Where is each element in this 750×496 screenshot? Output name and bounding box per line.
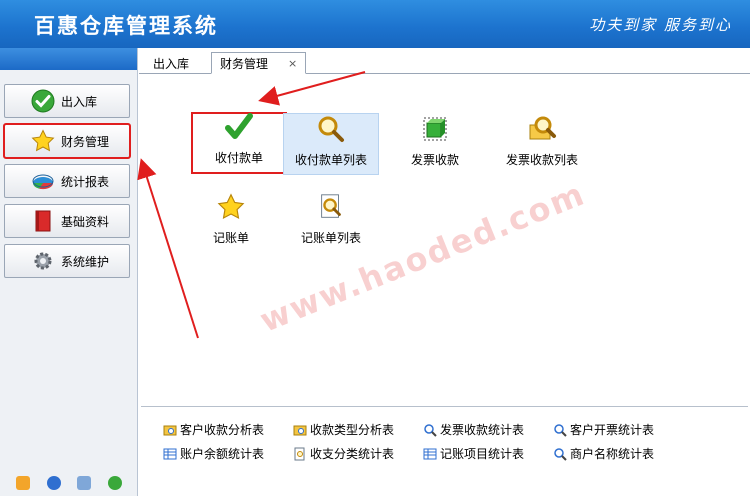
info-icon[interactable]	[46, 476, 61, 490]
report-link-label: 客户开票统计表	[570, 423, 655, 437]
report-link-label: 账户余额统计表	[180, 447, 265, 461]
checkmark-icon	[223, 111, 255, 143]
close-icon[interactable]: ×	[288, 57, 297, 70]
table-icon	[163, 448, 177, 459]
sidebar-item-label: 出入库	[61, 94, 98, 109]
warning-icon[interactable]	[16, 476, 31, 490]
sidebar-item-label: 系统维护	[61, 254, 110, 269]
report-link[interactable]: 发票收款统计表	[423, 421, 524, 438]
report-link[interactable]: 记账项目统计表	[423, 445, 524, 462]
star-icon	[31, 129, 55, 153]
report-link[interactable]: 商户名称统计表	[553, 445, 654, 462]
magnifier-icon	[315, 113, 347, 145]
tile-invoice-receipt[interactable]: 发票收款	[387, 112, 483, 174]
tile-invoice-receipt-list[interactable]: 发票收款列表	[487, 112, 597, 174]
magnifier-icon	[424, 423, 437, 437]
sidebar-item-system[interactable]: 系统维护	[4, 244, 130, 278]
tile-label: 收付款单列表	[294, 153, 367, 167]
sidebar: 出入库 财务管理 统计报表 基础资料 系统维护	[0, 48, 138, 496]
slogan: 功夫到家 服务到心	[589, 16, 732, 34]
exit-icon[interactable]	[107, 476, 122, 490]
sidebar-item-label: 财务管理	[61, 134, 110, 149]
pie-chart-icon	[31, 169, 55, 193]
report-link-label: 收款类型分析表	[310, 423, 395, 437]
tab-finance[interactable]: 财务管理 ×	[211, 52, 307, 74]
tab-bar: 出入库 财务管理 ×	[139, 48, 750, 74]
magnifier-icon	[554, 423, 567, 437]
check-circle-icon	[31, 89, 55, 113]
main-panel: 出入库 财务管理 × 收付款单 收付款单列表 发票收款 发票收款列表 记账单 记…	[139, 48, 750, 496]
tile-receipt-payment-list[interactable]: 收付款单列表	[283, 113, 379, 175]
sidebar-header-strip	[0, 48, 137, 70]
tab-label: 出入库	[153, 56, 190, 71]
green-box-icon	[419, 113, 451, 145]
tile-journal[interactable]: 记账单	[183, 190, 279, 252]
document-search-icon	[315, 191, 347, 223]
report-link-label: 记账项目统计表	[440, 447, 525, 461]
folder-search-icon	[293, 425, 307, 435]
report-link[interactable]: 账户余额统计表	[163, 445, 264, 462]
report-link-label: 发票收款统计表	[440, 423, 525, 437]
report-link[interactable]: 客户开票统计表	[553, 421, 654, 438]
sidebar-item-label: 基础资料	[61, 214, 110, 229]
report-link-label: 商户名称统计表	[570, 447, 655, 461]
sidebar-item-reports[interactable]: 统计报表	[4, 164, 130, 198]
sidebar-item-inout[interactable]: 出入库	[4, 84, 130, 118]
sidebar-item-label: 统计报表	[61, 174, 110, 189]
star-icon	[215, 191, 247, 223]
report-link[interactable]: 收支分类统计表	[293, 445, 394, 462]
tile-label: 记账单	[212, 231, 249, 245]
report-link[interactable]: 客户收款分析表	[163, 421, 264, 438]
folder-search-icon	[163, 425, 177, 435]
report-link-label: 收支分类统计表	[310, 447, 395, 461]
tile-label: 发票收款列表	[505, 153, 578, 167]
report-links-panel: 客户收款分析表 收款类型分析表 发票收款统计表 客户开票统计表 账户余额统计表 …	[141, 406, 748, 494]
tile-label: 收付款单	[214, 151, 263, 165]
tile-receipt-payment[interactable]: 收付款单	[191, 112, 287, 174]
report-link[interactable]: 收款类型分析表	[293, 421, 394, 438]
sidebar-item-finance[interactable]: 财务管理	[3, 123, 131, 159]
magnifier-doc-icon	[294, 447, 305, 460]
window-icon[interactable]	[77, 476, 92, 490]
sidebar-toolbar	[0, 470, 138, 496]
tile-label: 发票收款	[410, 153, 459, 167]
tab-inout[interactable]: 出入库	[145, 52, 197, 74]
magnifier-icon	[554, 447, 567, 461]
magnifier-box-icon	[526, 113, 558, 145]
gear-icon	[31, 249, 55, 273]
tile-journal-list[interactable]: 记账单列表	[283, 190, 379, 252]
table-icon	[423, 448, 437, 459]
book-icon	[31, 209, 55, 233]
title-bar: 百惠仓库管理系统 功夫到家 服务到心	[0, 0, 750, 48]
tile-label: 记账单列表	[300, 231, 361, 245]
sidebar-item-basic-data[interactable]: 基础资料	[4, 204, 130, 238]
app-title: 百惠仓库管理系统	[34, 14, 218, 38]
tab-label: 财务管理	[220, 56, 269, 71]
report-link-label: 客户收款分析表	[180, 423, 265, 437]
